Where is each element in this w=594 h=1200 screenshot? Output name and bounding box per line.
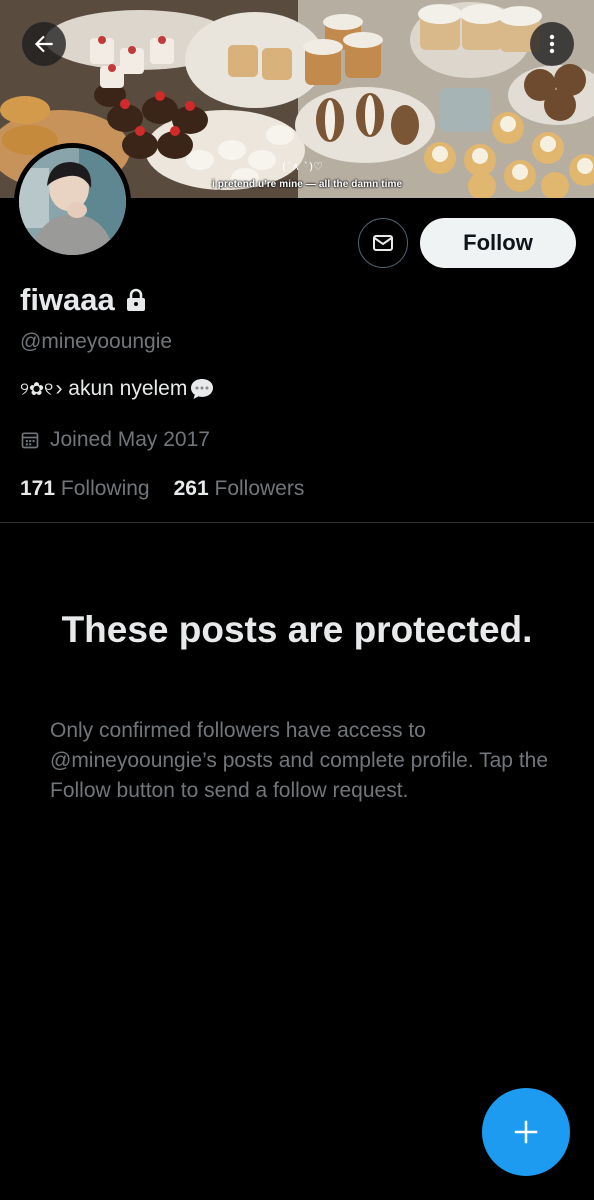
follow-button[interactable]: Follow [420, 218, 576, 268]
avatar-image [19, 148, 126, 255]
followers-label: Followers [214, 477, 305, 500]
following-count: 171 [20, 477, 56, 500]
lock-icon [126, 288, 145, 311]
more-vertical-icon [549, 34, 555, 54]
arrow-left-icon [34, 35, 53, 53]
avatar[interactable] [14, 143, 131, 260]
calendar-icon [21, 432, 39, 449]
banner-caption: i pretend u're mine — all the damn time [212, 179, 403, 190]
follow-stats: 171 Following 261 Followers [20, 477, 304, 501]
divider [0, 522, 594, 523]
user-handle: @mineyooungie [20, 330, 173, 353]
joined-text: Joined May 2017 [50, 428, 210, 451]
followers-count: 261 [173, 477, 209, 500]
envelope-icon [373, 235, 393, 251]
more-options-button[interactable] [530, 22, 574, 66]
profile-name-row: fiwaaa [20, 282, 147, 318]
profile-bio: ୨✿୧ › akun nyelem [20, 377, 215, 401]
followers-link[interactable]: 261 Followers [174, 477, 305, 501]
message-button[interactable] [358, 218, 408, 268]
bio-emoji: ୨✿୧ [20, 378, 54, 400]
protected-body: Only confirmed followers have access to … [50, 719, 549, 802]
banner-caption-symbols: (´∧ `)♡ [282, 160, 323, 173]
following-label: Following [60, 477, 150, 500]
joined-date: Joined May 2017 [20, 428, 210, 452]
bio-text: › akun nyelem [55, 377, 188, 400]
protected-title: These posts are protected. [61, 609, 533, 650]
following-link[interactable]: 171 Following [20, 477, 150, 501]
compose-button[interactable] [482, 1088, 570, 1176]
back-button[interactable] [22, 22, 66, 66]
speech-bubble-icon [189, 377, 215, 401]
display-name: fiwaaa [20, 282, 115, 317]
plus-icon [514, 1120, 538, 1144]
